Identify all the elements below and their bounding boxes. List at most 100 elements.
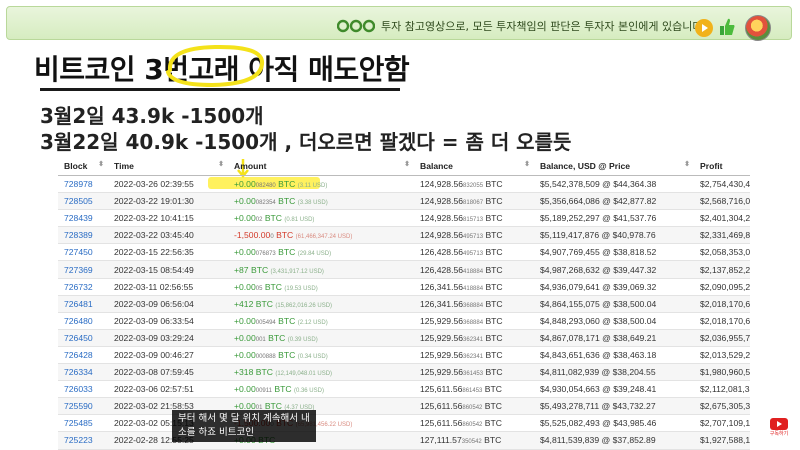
block-link[interactable]: 726428 <box>64 350 93 360</box>
profit-cell: $2,018,170,678 <box>700 315 750 326</box>
sort-icon[interactable]: ⬍ <box>684 160 690 168</box>
column-header-time[interactable]: Time ⬍ <box>108 161 228 171</box>
table-row: 726481 2022-03-09 06:56:04 +412 BTC (15,86… <box>58 295 750 313</box>
table-row: 726480 2022-03-09 06:33:54 +0.00005494 BTC… <box>58 313 750 330</box>
balance-usd-cell: $5,356,664,086 @ $42,877.82 <box>540 196 657 207</box>
table-body: 728978 2022-03-26 02:39:55 +0.00082480 BTC… <box>58 176 750 450</box>
time-cell: 2022-03-22 19:01:30 <box>114 196 194 207</box>
amount-cell: +0.00000888 BTC (0.34 USD) <box>234 349 328 360</box>
balance-usd-cell: $4,864,155,075 @ $38,500.04 <box>540 298 657 309</box>
amount-cell: +0.00001 BTC (0.39 USD) <box>234 332 318 343</box>
block-link[interactable]: 726033 <box>64 384 93 394</box>
block-link[interactable]: 728505 <box>64 196 93 206</box>
column-header-balance-usd[interactable]: Balance, USD @ Price ⬍ <box>534 161 694 171</box>
amount-cell: +0.0002 BTC (0.81 USD) <box>234 213 315 224</box>
balance-usd-cell: $5,542,378,509 @ $44,364.38 <box>540 179 657 190</box>
table-row: 727369 2022-03-15 08:54:49 +87 BTC (3,431,… <box>58 261 750 279</box>
caption-line: 부터 해서 몇 달 위치 계속해서 내 <box>178 413 310 424</box>
title-block: 비트코인 3번고래 아직 매도안함 <box>34 44 410 91</box>
play-icon[interactable] <box>695 19 713 37</box>
profit-cell: $2,112,081,332 <box>700 384 750 395</box>
balance-cell: 125,611.56861453 BTC <box>420 384 502 395</box>
block-link[interactable]: 725485 <box>64 418 93 428</box>
profit-cell: $2,331,469,859 <box>700 230 750 241</box>
profit-cell: $2,137,852,298 <box>700 264 750 275</box>
time-cell: 2022-03-11 02:56:55 <box>114 281 194 292</box>
balance-cell: 125,929.56361453 BTC <box>420 367 503 378</box>
disclaimer-text: 투자 참고영상으로, 모든 투자책임의 판단은 투자자 본인에게 있습니다 <box>381 20 703 33</box>
balance-cell: 126,428.56418884 BTC <box>420 264 503 275</box>
block-link[interactable]: 728439 <box>64 213 93 223</box>
block-link[interactable]: 726450 <box>64 333 93 343</box>
amount-cell: +0.0000911 BTC (0.36 USD) <box>234 384 324 395</box>
balance-cell: 126,428.56495713 BTC <box>420 247 503 258</box>
balance-usd-cell: $4,907,769,455 @ $38,818.52 <box>540 247 657 258</box>
block-link[interactable]: 727450 <box>64 247 93 257</box>
block-link[interactable]: 727369 <box>64 265 93 275</box>
table-row: 7252232022-02-28 12:55:25+0.00 BTC 127,1… <box>58 432 750 450</box>
table-row: 726033 2022-03-06 02:57:51 +0.0000911 BTC … <box>58 381 750 399</box>
profit-cell: $2,036,955,791 <box>700 332 750 343</box>
time-cell: 2022-03-26 02:39:55 <box>114 179 194 190</box>
disclaimer-banner: 투자 참고영상으로, 모든 투자책임의 판단은 투자자 본인에게 있습니다 <box>6 6 792 41</box>
balance-cell: 125,929.56362341 BTC <box>420 332 503 343</box>
column-header-profit[interactable]: Profit <box>694 161 750 171</box>
time-cell: 2022-03-08 07:59:45 <box>114 367 194 378</box>
balance-cell: 126,341.56368884 BTC <box>420 298 503 309</box>
table-row: 727450 2022-03-15 22:56:35 +0.00076873 BTC… <box>58 244 750 262</box>
sort-icon[interactable]: ⬍ <box>404 160 410 168</box>
profit-cell: $2,707,109,166 <box>700 418 750 429</box>
balance-cell: 124,928.56832055 BTC <box>420 179 503 190</box>
channel-avatar[interactable] <box>745 15 771 41</box>
balance-usd-cell: $5,189,252,297 @ $41,537.76 <box>540 213 657 224</box>
balance-usd-cell: $4,930,054,663 @ $39,248.41 <box>540 384 657 395</box>
table-row: 728505 2022-03-22 19:01:30 +0.00082354 BTC… <box>58 193 750 211</box>
block-link[interactable]: 726481 <box>64 299 93 309</box>
balance-cell: 126,341.56418884 BTC <box>420 281 503 292</box>
block-link[interactable]: 726334 <box>64 367 93 377</box>
subtitle-line-1: 3월2일 43.9k -1500개 <box>40 104 264 128</box>
time-cell: 2022-03-06 02:57:51 <box>114 384 194 395</box>
table-row: 728978 2022-03-26 02:39:55 +0.00082480 BTC… <box>58 176 750 194</box>
profit-cell: $2,568,716,060 <box>700 196 750 207</box>
block-link[interactable]: 725223 <box>64 435 93 445</box>
column-header-balance[interactable]: Balance ⬍ <box>414 161 534 171</box>
balance-cell: 125,611.56860542 BTC <box>420 401 502 412</box>
column-header-amount[interactable]: Amount ⬍ <box>228 161 414 171</box>
balance-usd-cell: $5,493,278,711 @ $43,732.27 <box>540 401 656 412</box>
block-link[interactable]: 726732 <box>64 282 93 292</box>
table-row: 725590 2022-03-02 21:58:53 +0.0001 BTC (4.… <box>58 398 750 416</box>
profit-cell: $2,675,305,380 <box>700 401 750 412</box>
amount-cell: +0.00005494 BTC (2.12 USD) <box>234 315 328 326</box>
sort-icon[interactable]: ⬍ <box>218 160 224 168</box>
annotation-circle <box>166 44 264 88</box>
thumbs-up-icon[interactable] <box>719 17 735 37</box>
balance-usd-cell: $5,119,417,876 @ $40,978.76 <box>540 230 656 241</box>
profit-cell: $2,090,095,225 <box>700 281 750 292</box>
balance-usd-cell: $4,811,539,839 @ $37,852.89 <box>540 435 656 446</box>
block-link[interactable]: 728389 <box>64 230 93 240</box>
block-link[interactable]: 726480 <box>64 316 93 326</box>
time-cell: 2022-03-09 00:46:27 <box>114 349 194 360</box>
time-cell: 2022-03-09 06:33:54 <box>114 315 194 326</box>
block-link[interactable]: 725590 <box>64 401 93 411</box>
time-cell: 2022-03-15 08:54:49 <box>114 264 194 275</box>
subscribe-label: 구독하기 <box>769 431 789 437</box>
time-cell: 2022-03-09 06:56:04 <box>114 298 194 309</box>
chain-logo-icon <box>337 19 375 33</box>
table-row: 728389 2022-03-22 03:45:40 -1,500.000 BTC … <box>58 227 750 245</box>
amount-cell: +0.00076873 BTC (29.84 USD) <box>234 247 332 258</box>
sort-icon[interactable]: ⬍ <box>98 160 104 168</box>
subscribe-button[interactable]: 구독하기 <box>768 418 790 438</box>
block-link[interactable]: 728978 <box>64 179 93 189</box>
table-row: 726450 2022-03-09 03:29:24 +0.00001 BTC (0… <box>58 329 750 347</box>
column-header-block[interactable]: Block ⬍ <box>58 161 108 171</box>
profit-cell: $2,058,353,092 <box>700 247 750 258</box>
amount-cell: +412 BTC (15,862,016.26 USD) <box>234 298 333 309</box>
balance-usd-cell: $4,867,078,171 @ $38,649.21 <box>540 332 657 343</box>
balance-cell: 125,929.56362341 BTC <box>420 349 503 360</box>
balance-usd-cell: $5,525,082,493 @ $43,985.46 <box>540 418 657 429</box>
sort-icon[interactable]: ⬍ <box>524 160 530 168</box>
amount-cell: +0.00082480 BTC (3.11 USD) <box>234 179 328 190</box>
balance-cell: 125,929.56368884 BTC <box>420 315 503 326</box>
